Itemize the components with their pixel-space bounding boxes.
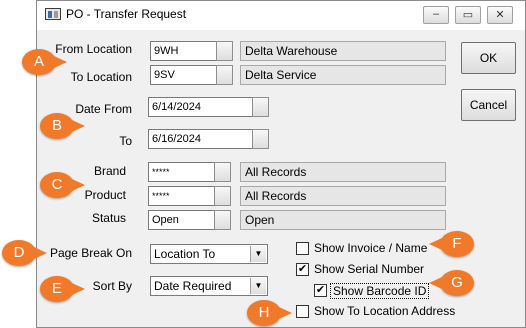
status-lookup-button[interactable] [214, 210, 231, 230]
to-location-name: Delta Service [240, 65, 446, 85]
minimize-button[interactable]: – [423, 6, 449, 24]
sort-by-select[interactable]: Date Required ▼ [150, 276, 268, 296]
check-icon: ✔ [297, 263, 308, 275]
app-icon [45, 8, 61, 20]
product-lookup-button[interactable] [214, 186, 231, 206]
page-break-label: Page Break On [49, 246, 132, 260]
show-invoice-checkbox[interactable] [296, 242, 309, 255]
sort-by-value: Date Required [154, 279, 232, 293]
chevron-down-icon[interactable]: ▼ [250, 278, 266, 294]
to-location-code-input[interactable]: 9SV [150, 65, 216, 85]
minimize-icon: – [432, 8, 440, 20]
callout-marker-c: C [40, 172, 85, 198]
callout-marker-d: D [2, 240, 47, 266]
from-location-name: Delta Warehouse [240, 41, 446, 61]
maximize-icon: ▭ [462, 9, 474, 21]
callout-marker-e: E [40, 276, 85, 302]
callout-marker-b: B [40, 113, 85, 139]
status-code-input[interactable]: Open [148, 210, 214, 230]
check-icon: ✔ [315, 284, 326, 296]
maximize-button[interactable]: ▭ [455, 6, 481, 24]
from-location-label: From Location [55, 42, 132, 56]
cancel-button[interactable]: Cancel [461, 89, 516, 121]
show-to-location-address-label[interactable]: Show To Location Address [314, 304, 455, 318]
brand-name: All Records [240, 162, 446, 182]
date-to-picker-button[interactable] [252, 129, 269, 149]
from-location-lookup-button[interactable] [216, 41, 233, 61]
window-title: PO - Transfer Request [66, 7, 187, 21]
show-barcode-label[interactable]: Show Barcode ID [330, 283, 430, 299]
show-serial-checkbox[interactable]: ✔ [296, 263, 309, 276]
callout-marker-a: A [22, 49, 67, 75]
date-to-input[interactable]: 6/16/2024 [148, 129, 252, 149]
to-location-lookup-button[interactable] [216, 65, 233, 85]
product-code-input[interactable]: ***** [148, 186, 214, 206]
chevron-down-icon[interactable]: ▼ [250, 246, 266, 262]
brand-code-input[interactable]: ***** [148, 162, 214, 182]
close-icon: ✕ [495, 9, 505, 21]
show-serial-label[interactable]: Show Serial Number [314, 262, 424, 276]
show-invoice-label[interactable]: Show Invoice / Name [314, 241, 427, 255]
ok-button[interactable]: OK [461, 42, 516, 74]
callout-marker-f: F [429, 231, 474, 257]
to-location-label: To Location [70, 70, 132, 84]
status-name: Open [240, 210, 446, 230]
date-from-picker-button[interactable] [252, 97, 269, 117]
page-break-value: Location To [154, 247, 216, 261]
show-barcode-checkbox[interactable]: ✔ [314, 284, 327, 297]
brand-lookup-button[interactable] [214, 162, 231, 182]
from-location-code-input[interactable]: 9WH [150, 41, 216, 61]
callout-marker-g: G [429, 270, 474, 296]
product-name: All Records [240, 186, 446, 206]
status-label: Status [91, 211, 126, 225]
date-from-input[interactable]: 6/14/2024 [148, 97, 252, 117]
page-break-select[interactable]: Location To ▼ [150, 244, 268, 264]
show-to-location-address-checkbox[interactable] [296, 305, 309, 318]
callout-marker-h: H [247, 300, 292, 326]
close-button[interactable]: ✕ [487, 6, 513, 24]
